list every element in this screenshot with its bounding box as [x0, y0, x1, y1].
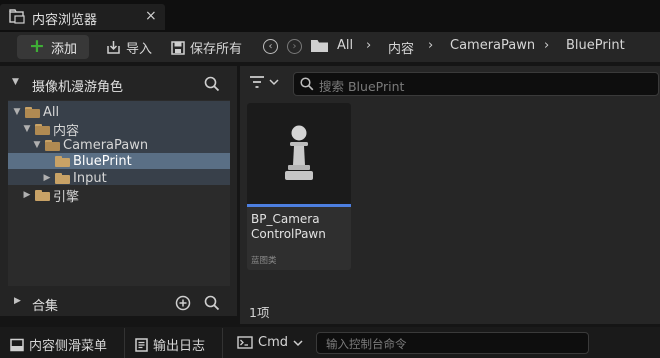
tree-item-label: Input: [73, 170, 107, 186]
console-command-input[interactable]: 输入控制台命令: [316, 332, 589, 354]
save-all-button[interactable]: 保存所有: [171, 38, 242, 57]
cmd-placeholder: 输入控制台命令: [326, 337, 407, 351]
tab-title: 内容浏览器: [32, 13, 98, 28]
divider: [124, 328, 125, 358]
tree-item-all[interactable]: ▼ All: [12, 104, 60, 120]
folder-open-icon: [25, 106, 40, 118]
divider: [222, 328, 223, 358]
output-log-icon: [135, 337, 148, 352]
add-button-label: 添加: [50, 41, 77, 57]
chevron-down-icon: [293, 339, 303, 346]
tree-item-label: CameraPawn: [63, 137, 149, 153]
search-icon[interactable]: [204, 295, 220, 311]
tree-item-engine[interactable]: ▶ 引擎: [22, 187, 80, 205]
asset-thumbnail: [247, 103, 351, 205]
search-input[interactable]: 搜索 BluePrint: [293, 72, 659, 96]
save-all-label: 保存所有: [190, 42, 243, 57]
folder-icon: [35, 189, 50, 201]
asset-name: BP_Camera ControlPawn: [251, 212, 326, 241]
expand-arrow-icon: ▶: [23, 190, 31, 200]
folder-icon: [55, 155, 70, 167]
drawer-icon: [10, 338, 24, 351]
tree-item-label: BluePrint: [73, 153, 132, 169]
breadcrumb-all[interactable]: All: [337, 38, 353, 53]
asset-type-label: 蓝图类: [251, 256, 277, 266]
forward-icon[interactable]: ›: [287, 39, 302, 54]
expand-arrow-icon: ▶: [43, 173, 51, 183]
add-circle-icon[interactable]: [175, 295, 191, 311]
plus-icon: +: [29, 34, 45, 57]
drawer-label: 内容侧滑菜单: [29, 339, 108, 354]
breadcrumb-blueprint[interactable]: BluePrint: [566, 38, 625, 53]
back-icon[interactable]: ‹: [263, 39, 278, 54]
breadcrumb-separator: ›: [366, 38, 372, 53]
filter-icon: [250, 76, 264, 88]
sources-header[interactable]: ▼ 摄像机漫游角色: [8, 72, 230, 98]
sources-title: 摄像机漫游角色: [32, 80, 124, 95]
content-browser-icon: [9, 9, 25, 24]
import-label: 导入: [126, 42, 153, 57]
add-button[interactable]: + 添加: [17, 35, 89, 59]
chevron-down-icon: [269, 79, 279, 86]
expand-arrow-icon: ▼: [33, 140, 41, 150]
import-button[interactable]: 导入: [106, 38, 152, 57]
save-icon: [171, 40, 185, 55]
tree-item-camerapawn[interactable]: ▼ CameraPawn: [32, 137, 149, 153]
tree-item-label: All: [43, 104, 60, 120]
filter-button[interactable]: [249, 75, 279, 89]
breadcrumb-separator: ›: [544, 38, 550, 53]
toolbar: [0, 32, 660, 62]
tree-item-label: 引擎: [53, 189, 80, 205]
tree-item-content[interactable]: ▼ 内容: [22, 121, 80, 139]
output-log-button[interactable]: 输出日志: [135, 335, 205, 354]
search-placeholder: 搜索 BluePrint: [319, 79, 405, 94]
tree-item-label: 内容: [53, 123, 80, 139]
content-drawer-button[interactable]: 内容侧滑菜单: [10, 335, 107, 354]
collapse-arrow-icon: ▼: [12, 77, 19, 87]
folder-open-icon: [35, 123, 50, 135]
cmd-label: Cmd: [258, 335, 288, 350]
item-count: 1项: [249, 305, 270, 320]
collections-label: 合集: [32, 299, 59, 314]
pawn-icon: [285, 125, 313, 180]
breadcrumb-separator: ›: [428, 38, 434, 53]
folder-icon: [311, 40, 328, 52]
tab-content-browser[interactable]: 内容浏览器 ×: [0, 4, 165, 30]
tree-item-input[interactable]: ▶ Input: [42, 170, 107, 186]
tab-close-button[interactable]: ×: [145, 8, 157, 24]
search-icon: [300, 77, 314, 91]
folder-open-icon: [45, 139, 60, 151]
tree-item-blueprint[interactable]: BluePrint: [42, 153, 132, 169]
search-icon[interactable]: [204, 76, 220, 92]
asset-type-bar: [247, 204, 351, 207]
cmd-dropdown[interactable]: Cmd: [237, 335, 303, 350]
breadcrumb-camerapawn[interactable]: CameraPawn: [450, 38, 535, 53]
terminal-icon: [237, 336, 253, 349]
breadcrumb-content[interactable]: 内容: [388, 38, 414, 57]
output-log-label: 输出日志: [153, 339, 206, 354]
expand-arrow-icon: ▼: [13, 107, 21, 117]
expand-arrow-icon: ▶: [14, 296, 21, 306]
folder-icon: [55, 172, 70, 184]
expand-arrow-icon: ▼: [23, 124, 31, 134]
collections-header[interactable]: ▶ 合集: [8, 291, 230, 315]
import-icon: [107, 41, 120, 54]
